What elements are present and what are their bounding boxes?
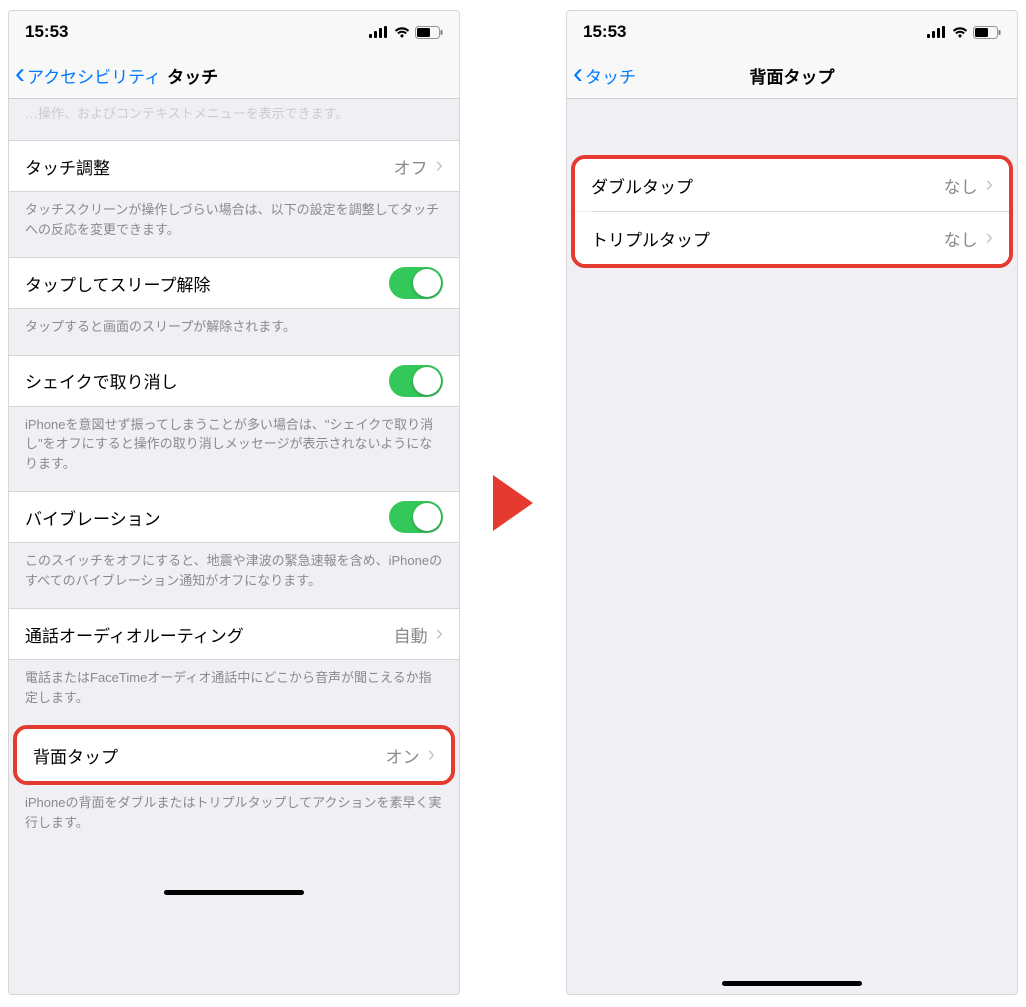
nav-title: タッチ [167, 63, 218, 88]
cutoff-footer: …操作、およびコンテキストメニューを表示できます。 [9, 99, 459, 132]
toggle-switch[interactable] [389, 365, 443, 397]
content: …操作、およびコンテキストメニューを表示できます。 タッチ調整 オフ › タッチ… [9, 99, 459, 994]
left-screen: 15:53 ‹ アクセシビリティ タッチ …操作、およびコンテキストメニューを表… [8, 10, 460, 995]
battery-icon [415, 26, 443, 39]
wifi-icon [951, 26, 969, 38]
back-label: タッチ [585, 63, 636, 88]
row-footer: タッチスクリーンが操作しづらい場合は、以下の設定を調整してタッチへの反応を変更で… [9, 192, 459, 257]
row-label: タッチ調整 [25, 154, 110, 179]
row-triple-tap[interactable]: トリプルタップ なし › [575, 212, 1009, 264]
chevron-left-icon: ‹ [15, 59, 25, 89]
row-label: タップしてスリープ解除 [25, 271, 210, 296]
arrow-right-icon [493, 475, 533, 531]
row-footer: 電話またはFaceTimeオーディオ通話中にどこから音声が聞こえるか指定します。 [9, 660, 459, 725]
status-time: 15:53 [583, 22, 626, 42]
row-touch-accommodations[interactable]: タッチ調整 オフ › [9, 140, 459, 192]
nav-bar: ‹ アクセシビリティ タッチ [9, 53, 459, 99]
content: ダブルタップ なし › トリプルタップ なし › [567, 99, 1017, 969]
home-indicator [164, 890, 304, 895]
wifi-icon [393, 26, 411, 38]
row-label: トリプルタップ [591, 226, 710, 251]
row-label: ダブルタップ [591, 173, 693, 198]
home-indicator [722, 981, 862, 986]
row-footer: このスイッチをオフにすると、地震や津波の緊急速報を含め、iPhoneのすべてのバ… [9, 543, 459, 608]
row-label: シェイクで取り消し [25, 368, 178, 393]
chevron-right-icon: › [986, 171, 993, 197]
row-value: なし [944, 173, 978, 198]
status-icons [369, 26, 443, 39]
chevron-right-icon: › [986, 224, 993, 250]
row-label: 背面タップ [33, 743, 118, 768]
row-tap-to-wake[interactable]: タップしてスリープ解除 [9, 257, 459, 309]
cellular-icon [369, 26, 389, 38]
battery-icon [973, 26, 1001, 39]
chevron-right-icon: › [436, 152, 443, 178]
row-back-tap[interactable]: 背面タップ オン › [17, 729, 451, 781]
highlighted-row: 背面タップ オン › [13, 725, 455, 785]
row-value: オフ [394, 154, 428, 179]
back-button[interactable]: ‹ アクセシビリティ [15, 63, 161, 89]
row-call-audio-routing[interactable]: 通話オーディオルーティング 自動 › [9, 608, 459, 660]
row-label: バイブレーション [25, 505, 161, 530]
row-value: 自動 [394, 622, 428, 647]
toggle-switch[interactable] [389, 501, 443, 533]
highlighted-group: ダブルタップ なし › トリプルタップ なし › [571, 155, 1013, 268]
row-vibration[interactable]: バイブレーション [9, 491, 459, 543]
status-bar: 15:53 [567, 11, 1017, 53]
row-value: なし [944, 226, 978, 251]
chevron-left-icon: ‹ [573, 59, 583, 89]
right-screen: 15:53 ‹ タッチ 背面タップ ダブルタップ なし › [566, 10, 1018, 995]
nav-bar: ‹ タッチ 背面タップ [567, 53, 1017, 99]
row-shake-to-undo[interactable]: シェイクで取り消し [9, 355, 459, 407]
status-bar: 15:53 [9, 11, 459, 53]
cellular-icon [927, 26, 947, 38]
back-label: アクセシビリティ [27, 63, 161, 88]
row-footer: iPhoneの背面をダブルまたはトリプルタップしてアクションを素早く実行します。 [9, 785, 459, 850]
row-value: オン [386, 743, 420, 768]
chevron-right-icon: › [428, 741, 435, 767]
toggle-switch[interactable] [389, 267, 443, 299]
status-icons [927, 26, 1001, 39]
row-footer: タップすると画面のスリープが解除されます。 [9, 309, 459, 355]
status-time: 15:53 [25, 22, 68, 42]
chevron-right-icon: › [436, 620, 443, 646]
row-double-tap[interactable]: ダブルタップ なし › [575, 159, 1009, 211]
back-button[interactable]: ‹ タッチ [573, 63, 636, 89]
row-label: 通話オーディオルーティング [25, 622, 244, 647]
row-footer: iPhoneを意図せず振ってしまうことが多い場合は、"シェイクで取り消し"をオフ… [9, 407, 459, 492]
